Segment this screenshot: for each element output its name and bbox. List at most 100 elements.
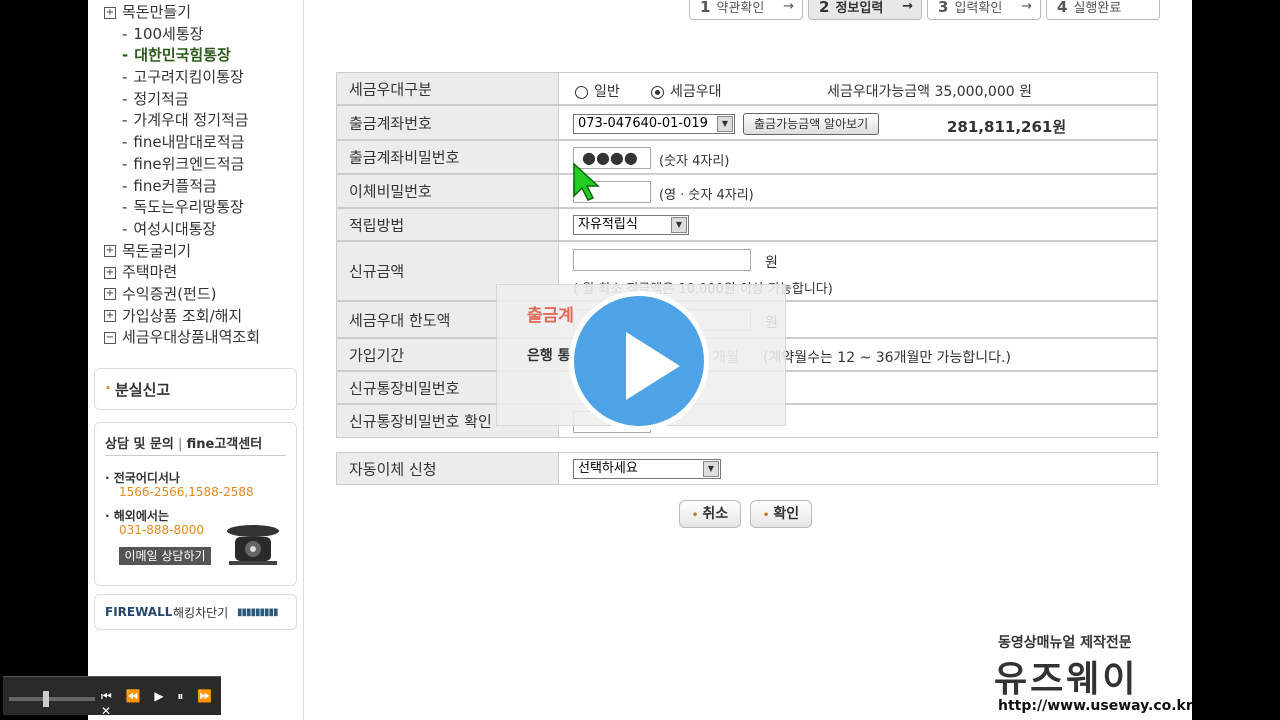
row-auto-transfer: 자동이체 신청 선택하세요 ▼ [336, 452, 1158, 485]
new-amount-input[interactable] [573, 249, 751, 271]
video-controls: ⏮ ⏪ ▶ ⏸ ⏩ ✕ [3, 676, 221, 718]
lost-report-link[interactable]: 분실신고 [115, 379, 170, 400]
arrow-right-icon: → [902, 0, 913, 14]
dash-icon: - [122, 176, 128, 195]
dropdown-arrow-icon: ▼ [717, 116, 733, 132]
menu-item[interactable]: + 목돈굴리기 [88, 241, 303, 263]
player-buttons[interactable]: ⏮ ⏪ ▶ ⏸ ⏩ ✕ [101, 689, 221, 718]
menu-item[interactable]: − 세금우대상품내역조회 [88, 327, 303, 349]
menu-item[interactable]: - 여성시대통장 [88, 219, 303, 241]
menu-item[interactable]: - fine커플적금 [88, 176, 303, 198]
menu-item[interactable]: -100세통장 [88, 24, 303, 46]
dash-icon: - [122, 219, 128, 238]
menu-item-label: fine내맘대로적금 [133, 133, 245, 152]
confirm-button[interactable]: • 확인 [750, 500, 812, 528]
left-sidebar: + 목돈만들기 -100세통장 - 대한민국힘통장 - 고구려지킴이통장 - 정기적금 - 가계우대… [88, 0, 304, 720]
available-balance: 281,811,261원 [947, 118, 1067, 136]
domestic-phone: 1566-2566,1588-2588 [119, 485, 254, 499]
tax-limit-text: 세금우대가능금액 35,000,000 원 [827, 84, 1032, 100]
menu-item-label: 대한민국힘통장 [134, 46, 231, 65]
lost-report-box[interactable]: · 분실신고 [94, 368, 297, 410]
menu-item-label: 가계우대 정기적금 [133, 111, 249, 130]
dash-icon: - [122, 68, 128, 87]
seek-handle[interactable] [43, 691, 49, 707]
step-label: 실행완료 [1073, 1, 1122, 16]
period-note: (계약월수는 12 ~ 36개월만 가능합니다.) [763, 350, 1011, 366]
step-label: 약관확인 [716, 1, 765, 16]
saving-method-select[interactable]: 자유적립식 ▼ [573, 215, 689, 235]
popup-text: 은행 통 [527, 348, 571, 364]
step-number: 1 [700, 0, 711, 16]
telephone-icon [227, 525, 279, 565]
collapse-icon: − [104, 331, 116, 344]
watermark-brand: 유즈웨이 [994, 659, 1139, 700]
expand-icon: + [104, 310, 116, 323]
menu-item-label: 독도는우리땅통장 [133, 198, 244, 217]
menu-item-label: 주택마련 [122, 263, 178, 282]
menu-item-label: 세금우대상품내역조회 [122, 328, 261, 347]
menu-item-label: 정기적금 [133, 89, 189, 108]
menu-item[interactable]: + 목돈만들기 [88, 2, 303, 24]
watermark-tagline: 동영상매뉴얼 제작전문 [998, 635, 1132, 651]
play-button[interactable] [569, 291, 709, 431]
menu-item-label: 고구려지킴이통장 [133, 68, 244, 87]
dash-icon: - [122, 133, 128, 152]
step-2: 2 정보입력 → [808, 0, 922, 20]
account-select[interactable]: 073-047640-01-019 ▼ [573, 114, 735, 134]
step-number: 4 [1057, 0, 1068, 16]
bullet-icon: · [105, 379, 111, 397]
menu-item-label: 가입상품 조회/해지 [122, 306, 243, 325]
menu-item-label: fine커플적금 [133, 176, 217, 195]
step-4: 4 실행완료 [1046, 0, 1160, 20]
firewall-label: 해킹차단기 [173, 606, 229, 620]
auto-transfer-select[interactable]: 선택하세요 ▼ [573, 459, 721, 479]
new-amount-unit: 원 [765, 255, 778, 271]
menu-item-label: 목돈만들기 [122, 3, 192, 21]
menu-item[interactable]: - 독도는우리땅통장 [88, 197, 303, 219]
step-number: 3 [938, 0, 949, 16]
menu-item[interactable]: - 정기적금 [88, 89, 303, 111]
menu-item[interactable]: - 가계우대 정기적금 [88, 110, 303, 132]
row-transfer-password: 이체비밀번호 (영 · 숫자 4자리) [336, 174, 1158, 208]
seek-track[interactable] [9, 697, 95, 701]
play-icon [626, 332, 680, 400]
menu-item[interactable]: - fine위크엔드적금 [88, 154, 303, 176]
watermark-url: http://www.useway.co.kr [998, 698, 1192, 714]
expand-icon: + [104, 6, 116, 19]
dash-icon: - [122, 198, 128, 217]
radio-tax-preferred[interactable]: 세금우대 [651, 81, 722, 101]
check-balance-button[interactable]: 출금가능금액 알아보기 [743, 113, 880, 135]
menu-item[interactable]: + 수익증권(펀드) [88, 284, 303, 306]
firewall-box[interactable]: FIREWALL 해킹차단기 ▮▮▮▮▮▮▮▮▮ [94, 594, 297, 630]
menu-item[interactable]: - 대한민국힘통장 [88, 45, 303, 67]
menu-item[interactable]: + 주택마련 [88, 262, 303, 284]
step-3: 3 입력확인 → [927, 0, 1041, 20]
step-1: 1 약관확인 → [689, 0, 803, 20]
menu-item-label: 수익증권(펀드) [122, 284, 217, 303]
arrow-right-icon: → [1021, 0, 1032, 14]
popup-title: 출금계 [527, 306, 574, 326]
dash-icon: - [122, 111, 128, 130]
cs-title: 상담 및 문의 | fine고객센터 [105, 437, 263, 452]
email-consult-button[interactable]: 이메일 상담하기 [119, 547, 211, 565]
cursor-icon [573, 162, 600, 201]
menu-item-label: fine위크엔드적금 [133, 154, 245, 173]
dash-icon: - [122, 89, 128, 108]
menu-item[interactable]: - 고구려지킴이통장 [88, 67, 303, 89]
radio-checked-icon [651, 85, 664, 99]
dash-icon: - [122, 46, 129, 65]
step-label: 정보입력 [835, 1, 884, 16]
domestic-label: · 전국어디서나 [105, 471, 180, 485]
dropdown-arrow-icon: ▼ [703, 461, 719, 477]
account-password-hint: (숫자 4자리) [659, 154, 730, 169]
radio-general[interactable]: 일반 [575, 81, 620, 101]
overseas-phone: 031-888-8000 [119, 523, 205, 537]
firewall-brand: FIREWALL [105, 605, 173, 619]
arrow-right-icon: → [783, 0, 794, 14]
expand-icon: + [104, 288, 116, 301]
menu-item[interactable]: - fine내맘대로적금 [88, 132, 303, 154]
menu-item[interactable]: + 가입상품 조회/해지 [88, 306, 303, 328]
row-tax-type: 세금우대구분 일반 세금우대 세금우대가능금액 35,000,000 원 [336, 72, 1158, 105]
product-menu: + 목돈만들기 -100세통장 - 대한민국힘통장 - 고구려지킴이통장 - 정기적금 - 가계우대… [88, 2, 303, 349]
cancel-button[interactable]: • 취소 [679, 500, 741, 528]
